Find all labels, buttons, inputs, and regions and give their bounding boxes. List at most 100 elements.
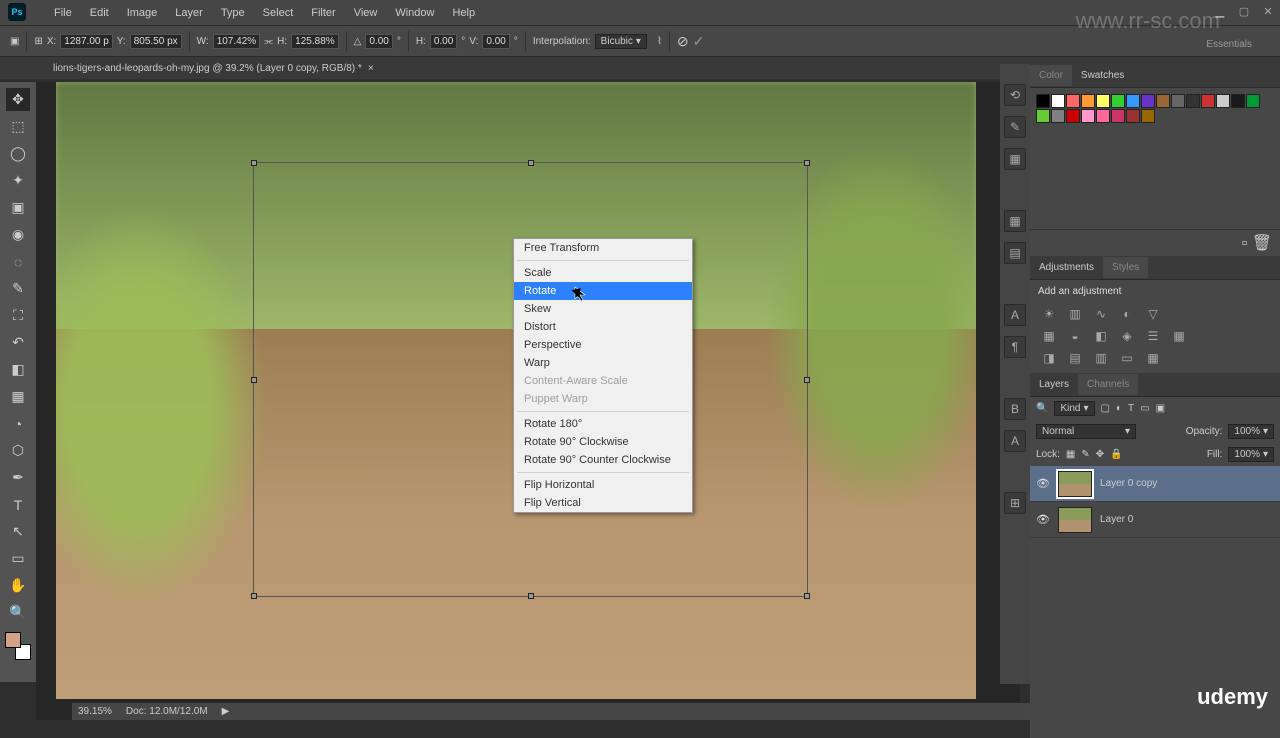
- opacity-field[interactable]: 100%▾: [1228, 424, 1274, 439]
- swatch[interactable]: [1051, 109, 1065, 123]
- menu-skew[interactable]: Skew: [514, 300, 692, 318]
- layer-row[interactable]: 👁 Layer 0: [1030, 502, 1280, 538]
- commit-transform-icon[interactable]: ✓: [693, 33, 705, 50]
- filter-shape-icon[interactable]: ▭: [1140, 403, 1149, 414]
- foreground-color[interactable]: [5, 632, 21, 648]
- menu-type[interactable]: Type: [212, 7, 254, 19]
- filter-kind[interactable]: Kind▾: [1054, 401, 1094, 416]
- swatch[interactable]: [1036, 94, 1050, 108]
- menu-rotate-90cw[interactable]: Rotate 90° Clockwise: [514, 433, 692, 451]
- strip-glyph-icon[interactable]: В: [1004, 398, 1026, 420]
- menu-rotate-180[interactable]: Rotate 180°: [514, 415, 692, 433]
- visibility-icon[interactable]: 👁: [1036, 477, 1050, 490]
- lock-pos-icon[interactable]: ✥: [1096, 449, 1104, 460]
- photo-filter-icon[interactable]: ◈: [1118, 327, 1136, 345]
- layer-name[interactable]: Layer 0: [1100, 514, 1133, 525]
- swatch[interactable]: [1036, 109, 1050, 123]
- blend-mode[interactable]: Normal▾: [1036, 424, 1136, 439]
- filter-smart-icon[interactable]: ▣: [1156, 403, 1165, 414]
- menu-scale[interactable]: Scale: [514, 264, 692, 282]
- strip-clone-icon[interactable]: ▤: [1004, 242, 1026, 264]
- transform-handle-tr[interactable]: [804, 160, 810, 166]
- menu-flip-vertical[interactable]: Flip Vertical: [514, 494, 692, 512]
- channel-mixer-icon[interactable]: ☰: [1144, 327, 1162, 345]
- swatch[interactable]: [1111, 94, 1125, 108]
- dodge-tool[interactable]: ⬡: [6, 439, 30, 462]
- invert-icon[interactable]: ◨: [1040, 349, 1058, 367]
- swatch[interactable]: [1081, 109, 1095, 123]
- curves-icon[interactable]: ∿: [1092, 305, 1110, 323]
- bw-icon[interactable]: ◧: [1092, 327, 1110, 345]
- swatch[interactable]: [1081, 94, 1095, 108]
- strip-type-icon[interactable]: A: [1004, 304, 1026, 326]
- transform-handle-tm[interactable]: [528, 160, 534, 166]
- path-tool[interactable]: ↖: [6, 520, 30, 543]
- swatch[interactable]: [1156, 94, 1170, 108]
- eraser-tool[interactable]: ◧: [6, 358, 30, 381]
- menu-warp[interactable]: Warp: [514, 354, 692, 372]
- shape-tool[interactable]: ▭: [6, 547, 30, 570]
- cancel-transform-icon[interactable]: ⊘: [677, 33, 689, 50]
- strip-properties-icon[interactable]: ⊞: [1004, 492, 1026, 514]
- text-tool[interactable]: T: [6, 493, 30, 516]
- posterize-icon[interactable]: ▤: [1066, 349, 1084, 367]
- zoom-tool[interactable]: 🔍: [6, 601, 30, 624]
- layer-thumbnail[interactable]: [1058, 471, 1092, 497]
- link-icon[interactable]: ⫘: [264, 36, 273, 47]
- brush-tool[interactable]: ✎: [6, 277, 30, 300]
- strip-paragraph-icon[interactable]: ¶: [1004, 336, 1026, 358]
- anchor-icon[interactable]: ▣: [10, 36, 19, 47]
- menu-select[interactable]: Select: [254, 7, 303, 19]
- visibility-icon[interactable]: 👁: [1036, 513, 1050, 526]
- new-swatch-icon[interactable]: ▫: [1242, 235, 1248, 252]
- heal-tool[interactable]: ◌: [6, 250, 30, 273]
- brightness-icon[interactable]: ☀: [1040, 305, 1058, 323]
- layer-thumbnail[interactable]: [1058, 507, 1092, 533]
- swatch[interactable]: [1066, 109, 1080, 123]
- move-tool[interactable]: ✥: [6, 88, 30, 111]
- maximize-button[interactable]: ▢: [1237, 4, 1251, 18]
- color-swatches[interactable]: [5, 632, 31, 660]
- wand-tool[interactable]: ✦: [6, 169, 30, 192]
- pen-tool[interactable]: ✒: [6, 466, 30, 489]
- transform-handle-tl[interactable]: [251, 160, 257, 166]
- filter-adj-icon[interactable]: ◐: [1116, 403, 1122, 414]
- layer-name[interactable]: Layer 0 copy: [1100, 478, 1157, 489]
- menu-help[interactable]: Help: [443, 7, 484, 19]
- w-field[interactable]: 107.42%: [213, 34, 260, 49]
- menu-edit[interactable]: Edit: [81, 7, 118, 19]
- blur-tool[interactable]: ◔: [6, 412, 30, 435]
- stamp-tool[interactable]: ⛶: [6, 304, 30, 327]
- marquee-tool[interactable]: ⬚: [6, 115, 30, 138]
- history-brush-tool[interactable]: ↶: [6, 331, 30, 354]
- menu-rotate[interactable]: Rotate: [514, 282, 692, 300]
- menu-filter[interactable]: Filter: [302, 7, 344, 19]
- workspace-switcher[interactable]: Essentials: [1196, 35, 1262, 54]
- balance-icon[interactable]: ◒: [1066, 327, 1084, 345]
- menu-rotate-90ccw[interactable]: Rotate 90° Counter Clockwise: [514, 451, 692, 469]
- hue-icon[interactable]: ▦: [1040, 327, 1058, 345]
- strip-brush-icon[interactable]: ✎: [1004, 116, 1026, 138]
- document-tab[interactable]: lions-tigers-and-leopards-oh-my.jpg @ 39…: [45, 60, 382, 77]
- swatch[interactable]: [1051, 94, 1065, 108]
- doc-size[interactable]: Doc: 12.0M/12.0M: [126, 706, 208, 717]
- levels-icon[interactable]: ▥: [1066, 305, 1084, 323]
- swatch[interactable]: [1216, 94, 1230, 108]
- menu-view[interactable]: View: [345, 7, 387, 19]
- filter-pixel-icon[interactable]: ▢: [1101, 403, 1110, 414]
- transform-handle-bl[interactable]: [251, 593, 257, 599]
- crop-tool[interactable]: ▣: [6, 196, 30, 219]
- vibrance-icon[interactable]: ▽: [1144, 305, 1162, 323]
- y-field[interactable]: 805.50 px: [130, 34, 182, 49]
- gradient-tool[interactable]: ▦: [6, 385, 30, 408]
- tab-swatches[interactable]: Swatches: [1072, 65, 1133, 86]
- close-tab-icon[interactable]: ×: [368, 63, 374, 74]
- skew-v-field[interactable]: 0.00: [482, 34, 509, 49]
- swatch[interactable]: [1231, 94, 1245, 108]
- lasso-tool[interactable]: ◯: [6, 142, 30, 165]
- tab-styles[interactable]: Styles: [1103, 257, 1148, 278]
- threshold-icon[interactable]: ▥: [1092, 349, 1110, 367]
- strip-history-icon[interactable]: ⟲: [1004, 84, 1026, 106]
- warp-icon[interactable]: ⌇: [657, 36, 662, 47]
- swatch[interactable]: [1126, 94, 1140, 108]
